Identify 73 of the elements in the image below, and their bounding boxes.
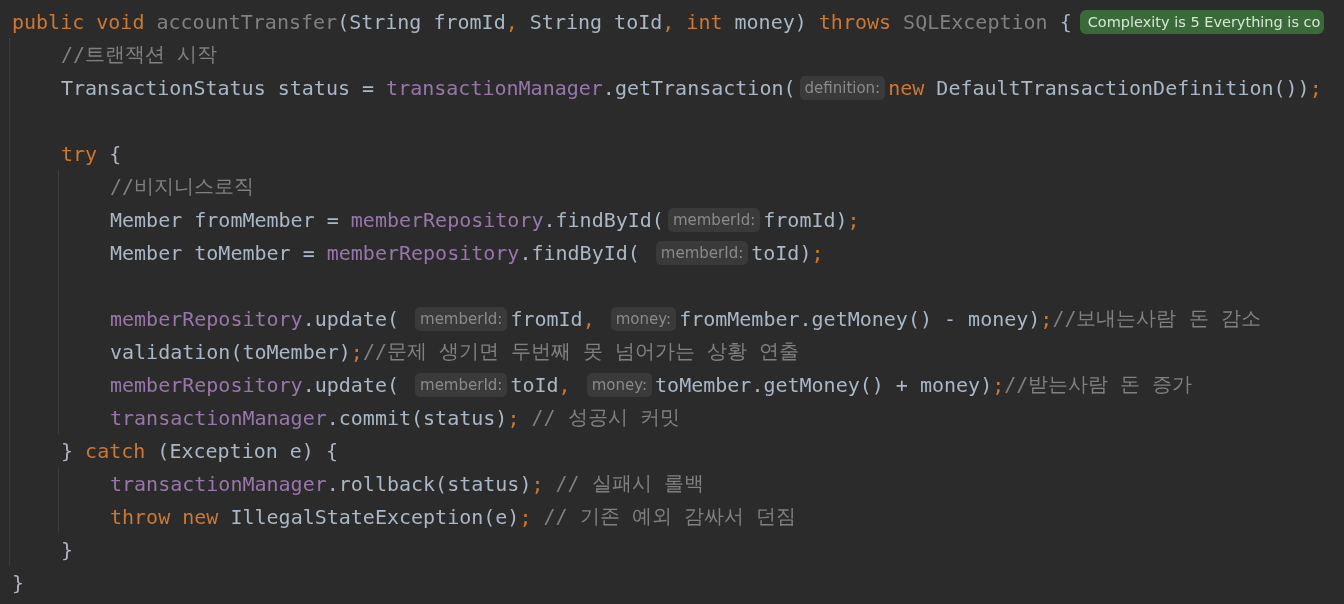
code-text: SQLException (903, 9, 1049, 34)
code-text: String toId (529, 9, 663, 34)
code-text: .commit(status) (326, 405, 508, 430)
code-text: , (582, 306, 596, 331)
code-text: ; (350, 339, 363, 364)
code-text: ; (507, 405, 521, 430)
code-text: ; (811, 240, 824, 265)
code-keyword: try (61, 141, 99, 166)
code-text: (Exception e) { (157, 438, 338, 463)
code-text: DefaultTransactionDefinition()) (936, 75, 1310, 100)
code-text: , (558, 372, 572, 397)
code-text: TransactionStatus status = (61, 75, 376, 100)
code-keyword: throws (818, 9, 893, 34)
code-text: memberRepository (326, 240, 520, 265)
inlay-hint: money: (586, 372, 653, 397)
code-text: transactionManager (386, 75, 603, 100)
code-comment: //문제 생기면 두번째 못 넘어가는 상황 연출 (362, 338, 800, 365)
code-text: transactionManager (110, 405, 327, 430)
code-text: Member toMember = (110, 240, 316, 265)
code-text: ; (992, 372, 1005, 397)
code-comment: //보내는사람 돈 감소 (1052, 305, 1261, 332)
code-comment: // 실패시 롤백 (555, 470, 704, 497)
code-text: ; (1040, 306, 1053, 331)
inlay-hint: memberId: (415, 306, 508, 331)
inlay-hint: definition: (799, 75, 886, 100)
code-text: money) (734, 9, 808, 34)
code-text: toMember.getMoney() + money) (655, 372, 993, 397)
code-text: IllegalStateException(e) (230, 504, 520, 529)
inlay-hint: memberId: (655, 240, 749, 265)
code-text: transactionManager (110, 471, 327, 496)
code-keyword: public void (12, 9, 146, 34)
code-text: memberRepository (110, 372, 303, 397)
code-text: ; (1309, 75, 1322, 100)
code-comment: //비지니스로직 (110, 173, 255, 200)
inlay-hint: memberId: (415, 372, 508, 397)
code-text: .findById( (543, 207, 664, 232)
complexity-badge: Complexity is 5 Everything is co (1079, 9, 1325, 34)
code-text: ; (847, 207, 860, 232)
code-text: fromMember.getMoney() - money) (679, 306, 1041, 331)
code-text: , (505, 9, 519, 34)
code-keyword: throw new (110, 504, 220, 529)
code-text: validation(toMember) (110, 339, 351, 364)
code-text: memberRepository (110, 306, 303, 331)
code-text: .rollback(status) (326, 471, 532, 496)
code-text: } (61, 438, 75, 463)
code-text: memberRepository (350, 207, 544, 232)
code-text: } (61, 537, 74, 562)
code-text: , (662, 9, 676, 34)
code-text: Member fromMember = (110, 207, 340, 232)
code-text: .findById( (519, 240, 641, 265)
code-text: } (12, 570, 25, 595)
code-comment: // 성공시 커밋 (531, 404, 680, 431)
code-text: { (109, 141, 122, 166)
code-text: toId (510, 372, 559, 397)
code-keyword: new (888, 75, 926, 100)
code-keyword: int (686, 9, 724, 34)
code-text: accountTransfer (156, 9, 338, 34)
code-comment: //받는사람 돈 증가 (1004, 371, 1193, 398)
code-text: .update( (302, 372, 400, 397)
code-text: .getTransaction( (602, 75, 796, 100)
code-text: ; (531, 471, 545, 496)
code-text: .update( (302, 306, 400, 331)
code-text: (String fromId (337, 9, 506, 34)
code-text: { (1059, 9, 1072, 34)
code-text: fromId (510, 306, 583, 331)
inlay-hint: memberId: (667, 207, 761, 232)
code-comment: // 기존 예외 감싸서 던짐 (543, 503, 796, 530)
code-text: fromId) (763, 207, 848, 232)
inlay-hint: money: (610, 306, 677, 331)
code-text: ; (519, 504, 533, 529)
code-keyword: catch (85, 438, 147, 463)
code-text: toId) (751, 240, 812, 265)
code-comment: //트랜잭션 시작 (61, 41, 218, 68)
